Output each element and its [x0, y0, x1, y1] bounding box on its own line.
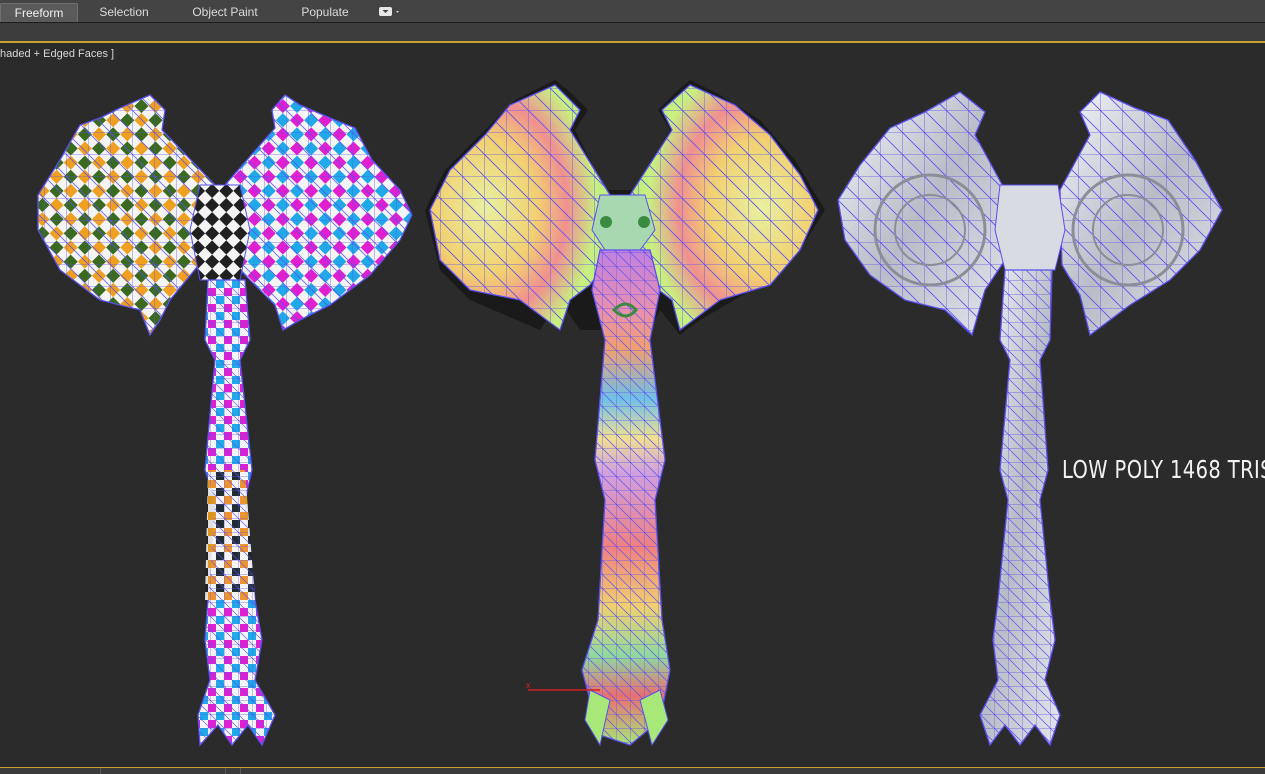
- status-bar-separator: [100, 768, 101, 774]
- axis-x-label: x: [526, 680, 531, 690]
- axe-uv-model: [425, 80, 825, 747]
- poly-count-label: LOW POLY 1468 TRIS: [1062, 455, 1265, 484]
- status-bar-separator: [240, 768, 241, 774]
- status-bar-separator: [225, 768, 226, 774]
- axe-models: x: [37, 80, 1223, 747]
- axe-checker-model: [37, 94, 413, 747]
- axe-clay-model: [837, 91, 1223, 747]
